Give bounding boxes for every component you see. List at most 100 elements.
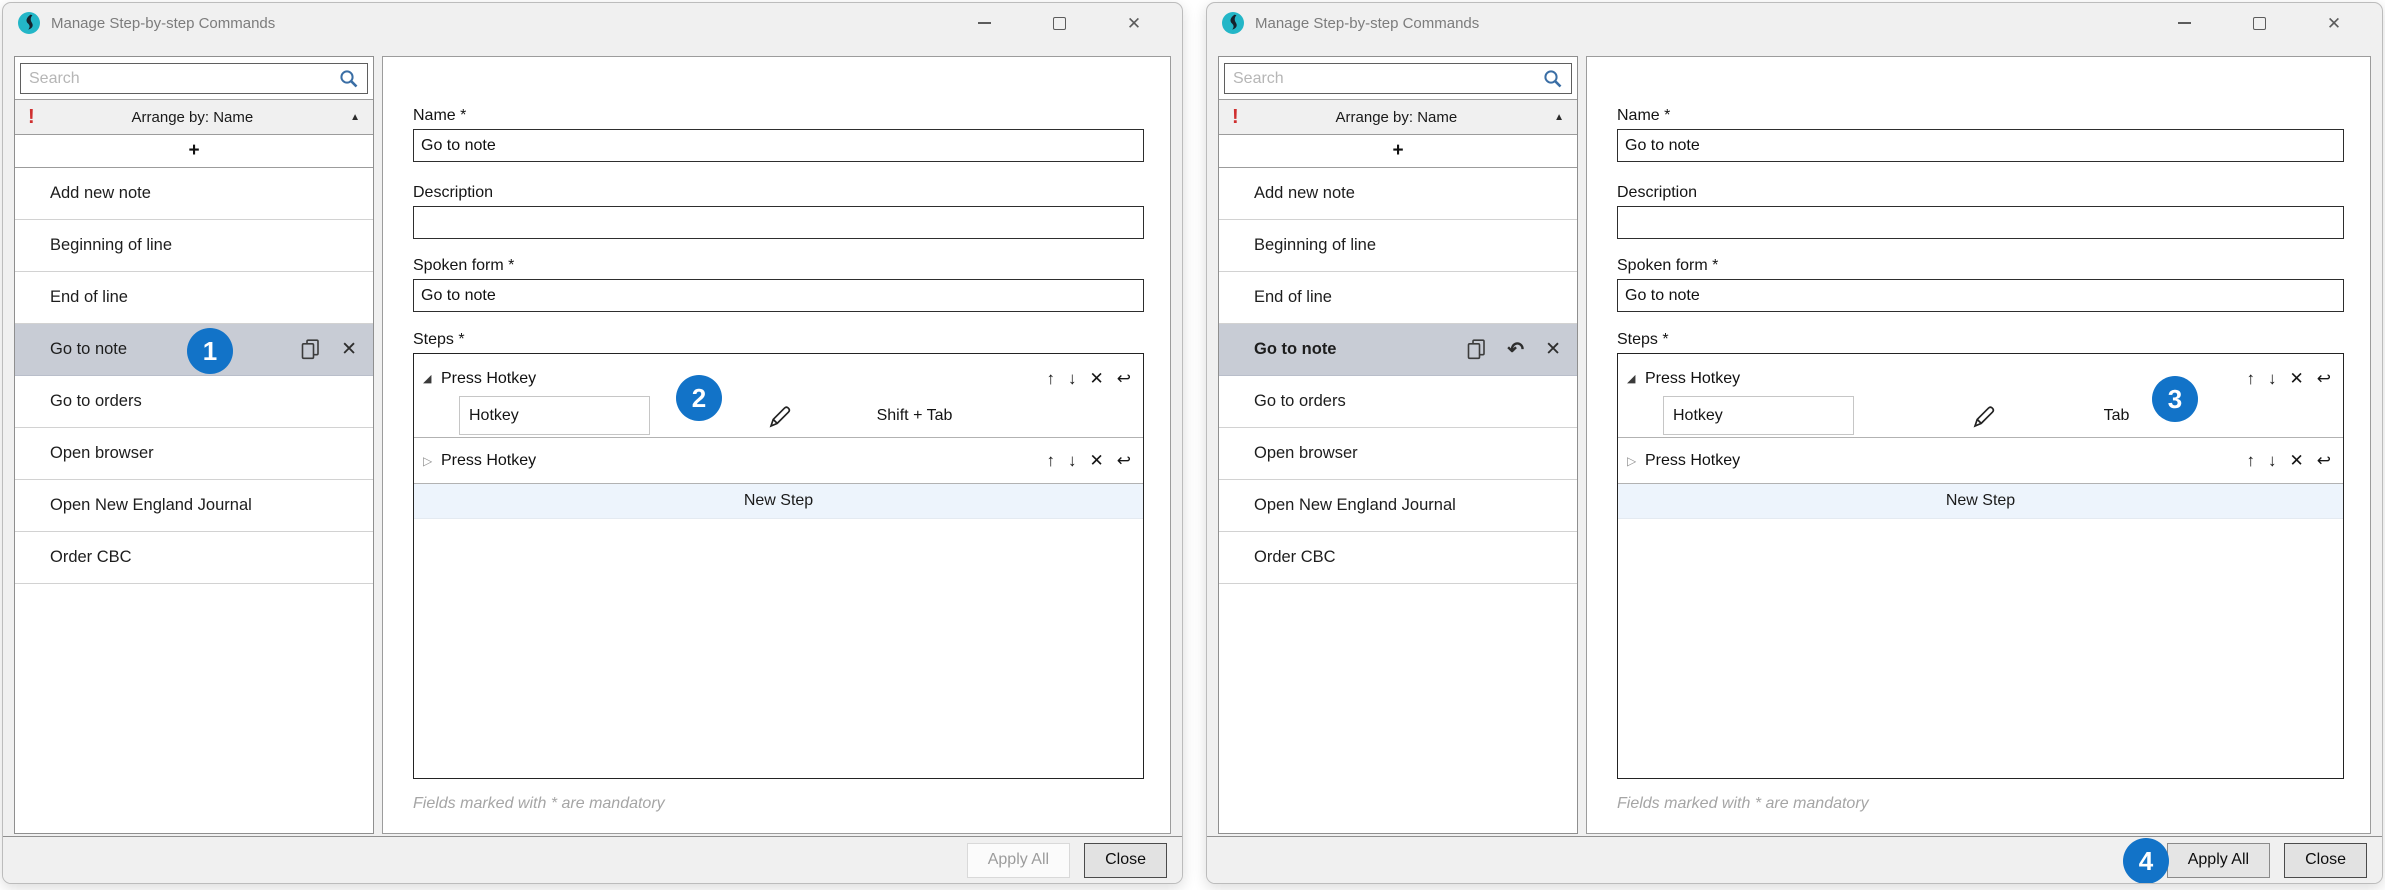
delete-step-icon[interactable]: ✕ bbox=[1090, 452, 1104, 469]
move-up-icon[interactable]: ↑ bbox=[1047, 370, 1056, 387]
collapse-collapsed-icon[interactable]: ▷ bbox=[1627, 454, 1645, 468]
mandatory-fields-note: Fields marked with * are mandatory bbox=[413, 795, 1144, 813]
move-down-icon[interactable]: ↓ bbox=[2268, 452, 2277, 469]
close-window-icon[interactable]: ✕ bbox=[1120, 9, 1148, 37]
list-item-selected[interactable]: Go to note ↶ ✕ bbox=[1219, 324, 1577, 376]
list-item-label: End of line bbox=[1254, 288, 1332, 307]
undo-step-icon[interactable]: ↩ bbox=[2317, 370, 2331, 387]
list-item[interactable]: Open browser bbox=[15, 428, 373, 480]
delete-icon[interactable]: ✕ bbox=[1545, 340, 1561, 359]
add-command-button[interactable]: + bbox=[1219, 135, 1577, 168]
step-label: Press Hotkey bbox=[441, 452, 536, 470]
move-up-icon[interactable]: ↑ bbox=[1047, 452, 1056, 469]
undo-step-icon[interactable]: ↩ bbox=[2317, 452, 2331, 469]
list-item[interactable]: Go to orders bbox=[15, 376, 373, 428]
undo-changes-icon[interactable]: ↶ bbox=[1507, 340, 1524, 360]
list-item[interactable]: Add new note bbox=[1219, 168, 1577, 220]
list-item[interactable]: Open New England Journal bbox=[1219, 480, 1577, 532]
delete-step-icon[interactable]: ✕ bbox=[2290, 370, 2304, 387]
collapse-expanded-icon[interactable]: ◢ bbox=[1627, 372, 1645, 385]
search-icon[interactable] bbox=[338, 68, 360, 90]
move-up-icon[interactable]: ↑ bbox=[2247, 370, 2256, 387]
list-item-label: Open New England Journal bbox=[50, 496, 252, 515]
step-row-press-hotkey-1[interactable]: ◢ Press Hotkey ↑ ↓ ✕ ↩ bbox=[1618, 363, 2343, 394]
new-step-button[interactable]: New Step bbox=[414, 484, 1143, 519]
title-bar[interactable]: Manage Step-by-step Commands ✕ bbox=[3, 3, 1182, 43]
list-item[interactable]: Add new note bbox=[15, 168, 373, 220]
step-row-press-hotkey-2[interactable]: ▷ Press Hotkey ↑ ↓ ✕ ↩ bbox=[414, 438, 1143, 484]
arrange-by-header[interactable]: ! Arrange by: Name ▲ bbox=[15, 99, 373, 135]
apply-all-button[interactable]: Apply All bbox=[2167, 843, 2270, 878]
list-item[interactable]: Order CBC bbox=[1219, 532, 1577, 584]
move-down-icon[interactable]: ↓ bbox=[2268, 370, 2277, 387]
list-item-label: Go to note bbox=[1254, 340, 1336, 359]
step-label: Press Hotkey bbox=[441, 370, 536, 388]
undo-step-icon[interactable]: ↩ bbox=[1117, 370, 1131, 387]
step-row-press-hotkey-1[interactable]: ◢ Press Hotkey ↑ ↓ ✕ ↩ bbox=[414, 363, 1143, 394]
window-manage-commands-left: Manage Step-by-step Commands ✕ ! bbox=[2, 2, 1183, 884]
spoken-form-field[interactable] bbox=[413, 279, 1144, 312]
copy-icon[interactable] bbox=[301, 339, 320, 360]
close-button[interactable]: Close bbox=[1084, 843, 1167, 878]
new-step-button[interactable]: New Step bbox=[1618, 484, 2343, 519]
list-item-label: Add new note bbox=[1254, 184, 1355, 203]
name-label: Name * bbox=[1617, 107, 2344, 127]
description-field[interactable] bbox=[1617, 206, 2344, 239]
delete-step-icon[interactable]: ✕ bbox=[1090, 370, 1104, 387]
close-button[interactable]: Close bbox=[2284, 843, 2367, 878]
copy-icon[interactable] bbox=[1467, 339, 1486, 360]
step-label: Press Hotkey bbox=[1645, 370, 1740, 388]
maximize-icon[interactable] bbox=[2245, 9, 2273, 37]
annotation-circle-1: 1 bbox=[187, 328, 233, 374]
list-item[interactable]: Order CBC bbox=[15, 532, 373, 584]
list-item[interactable]: Open browser bbox=[1219, 428, 1577, 480]
step-actions: ↑ ↓ ✕ ↩ bbox=[2247, 370, 2332, 387]
arrange-by-label: Arrange by: Name bbox=[1239, 109, 1554, 126]
list-item[interactable]: End of line bbox=[1219, 272, 1577, 324]
apply-all-button[interactable]: Apply All bbox=[967, 843, 1070, 878]
collapse-collapsed-icon[interactable]: ▷ bbox=[423, 454, 441, 468]
list-item-label: Open browser bbox=[1254, 444, 1358, 463]
step-row-press-hotkey-2[interactable]: ▷ Press Hotkey ↑ ↓ ✕ ↩ bbox=[1618, 438, 2343, 484]
maximize-icon[interactable] bbox=[1045, 9, 1073, 37]
search-input[interactable] bbox=[20, 63, 368, 94]
list-item[interactable]: Open New England Journal bbox=[15, 480, 373, 532]
sort-ascending-icon[interactable]: ▲ bbox=[1554, 112, 1564, 123]
move-up-icon[interactable]: ↑ bbox=[2247, 452, 2256, 469]
list-item-label: Open New England Journal bbox=[1254, 496, 1456, 515]
arrange-by-header[interactable]: ! Arrange by: Name ▲ bbox=[1219, 99, 1577, 135]
delete-step-icon[interactable]: ✕ bbox=[2290, 452, 2304, 469]
undo-step-icon[interactable]: ↩ bbox=[1117, 452, 1131, 469]
search-icon[interactable] bbox=[1542, 68, 1564, 90]
list-item[interactable]: Beginning of line bbox=[1219, 220, 1577, 272]
add-command-button[interactable]: + bbox=[15, 135, 373, 168]
command-list-panel: ! Arrange by: Name ▲ + Add new note Begi… bbox=[14, 56, 374, 834]
list-item[interactable]: Beginning of line bbox=[15, 220, 373, 272]
description-field[interactable] bbox=[413, 206, 1144, 239]
list-item-label: Go to orders bbox=[50, 392, 142, 411]
sort-ascending-icon[interactable]: ▲ bbox=[350, 112, 360, 123]
spoken-form-label: Spoken form * bbox=[413, 257, 1144, 277]
window-body: ! Arrange by: Name ▲ + Add new note Begi… bbox=[1207, 43, 2382, 836]
minimize-icon[interactable] bbox=[2170, 9, 2198, 37]
list-item[interactable]: Go to orders bbox=[1219, 376, 1577, 428]
move-down-icon[interactable]: ↓ bbox=[1068, 370, 1077, 387]
list-item-label: Add new note bbox=[50, 184, 151, 203]
list-item-label: Order CBC bbox=[50, 548, 132, 567]
search-input[interactable] bbox=[1224, 63, 1572, 94]
screenshot-stage: Manage Step-by-step Commands ✕ ! bbox=[0, 0, 2385, 890]
name-field[interactable] bbox=[1617, 129, 2344, 162]
title-bar[interactable]: Manage Step-by-step Commands ✕ bbox=[1207, 3, 2382, 43]
name-field[interactable] bbox=[413, 129, 1144, 162]
steps-label: Steps * bbox=[1617, 331, 2344, 351]
hotkey-value[interactable]: Shift + Tab bbox=[714, 394, 1115, 437]
delete-icon[interactable]: ✕ bbox=[341, 340, 357, 359]
hotkey-value[interactable]: Tab bbox=[1918, 394, 2315, 437]
spoken-form-field[interactable] bbox=[1617, 279, 2344, 312]
step-actions: ↑ ↓ ✕ ↩ bbox=[1047, 452, 1132, 469]
list-item[interactable]: End of line bbox=[15, 272, 373, 324]
close-window-icon[interactable]: ✕ bbox=[2320, 9, 2348, 37]
minimize-icon[interactable] bbox=[970, 9, 998, 37]
collapse-expanded-icon[interactable]: ◢ bbox=[423, 372, 441, 385]
move-down-icon[interactable]: ↓ bbox=[1068, 452, 1077, 469]
